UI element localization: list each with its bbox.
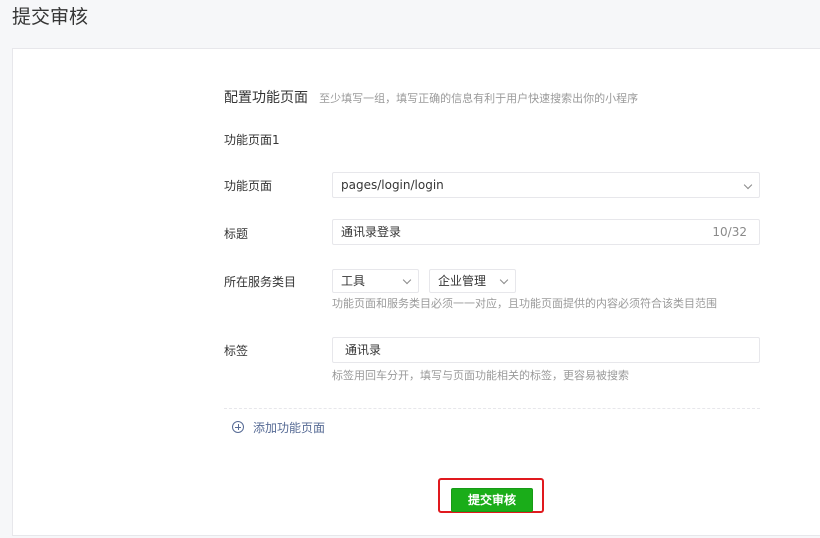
function-page-group-title: 功能页面1 (224, 133, 280, 147)
chevron-down-icon (743, 180, 753, 190)
category-primary-value: 工具 (341, 274, 366, 288)
function-page-select[interactable]: pages/login/login (332, 172, 760, 198)
title-label: 标题 (224, 227, 249, 241)
tags-tip: 标签用回车分开，填写与页面功能相关的标签，更容易被搜索 (332, 369, 629, 382)
function-page-label: 功能页面 (224, 179, 273, 193)
title-input[interactable]: 通讯录登录 10/32 (332, 219, 760, 245)
function-page-value: pages/login/login (341, 178, 444, 192)
plus-circle-icon (232, 421, 244, 433)
category-secondary-select[interactable]: 企业管理 (429, 269, 516, 293)
tags-value: 通讯录 (345, 343, 382, 357)
chevron-down-icon (499, 275, 509, 285)
category-primary-select[interactable]: 工具 (332, 269, 419, 293)
section-title: 配置功能页面 (224, 90, 308, 106)
page-title: 提交审核 (12, 6, 89, 28)
title-char-count: 10/32 (712, 225, 747, 239)
chevron-down-icon (402, 275, 412, 285)
title-value: 通讯录登录 (341, 225, 402, 239)
section-heading: 配置功能页面 至少填写一组，填写正确的信息有利于用户快速搜索出你的小程序 (224, 87, 638, 107)
category-label: 所在服务类目 (224, 275, 297, 289)
category-secondary-value: 企业管理 (438, 274, 487, 288)
category-tip: 功能页面和服务类目必须一一对应，且功能页面提供的内容必须符合该类目范围 (332, 297, 717, 310)
tags-input[interactable]: 通讯录 (332, 337, 760, 363)
section-hint: 至少填写一组，填写正确的信息有利于用户快速搜索出你的小程序 (319, 92, 639, 105)
add-function-page-link[interactable]: 添加功能页面 (232, 418, 325, 436)
divider (224, 408, 760, 409)
submit-review-button[interactable]: 提交审核 (451, 488, 533, 512)
add-function-page-label: 添加功能页面 (253, 420, 326, 435)
tags-label: 标签 (224, 344, 249, 358)
